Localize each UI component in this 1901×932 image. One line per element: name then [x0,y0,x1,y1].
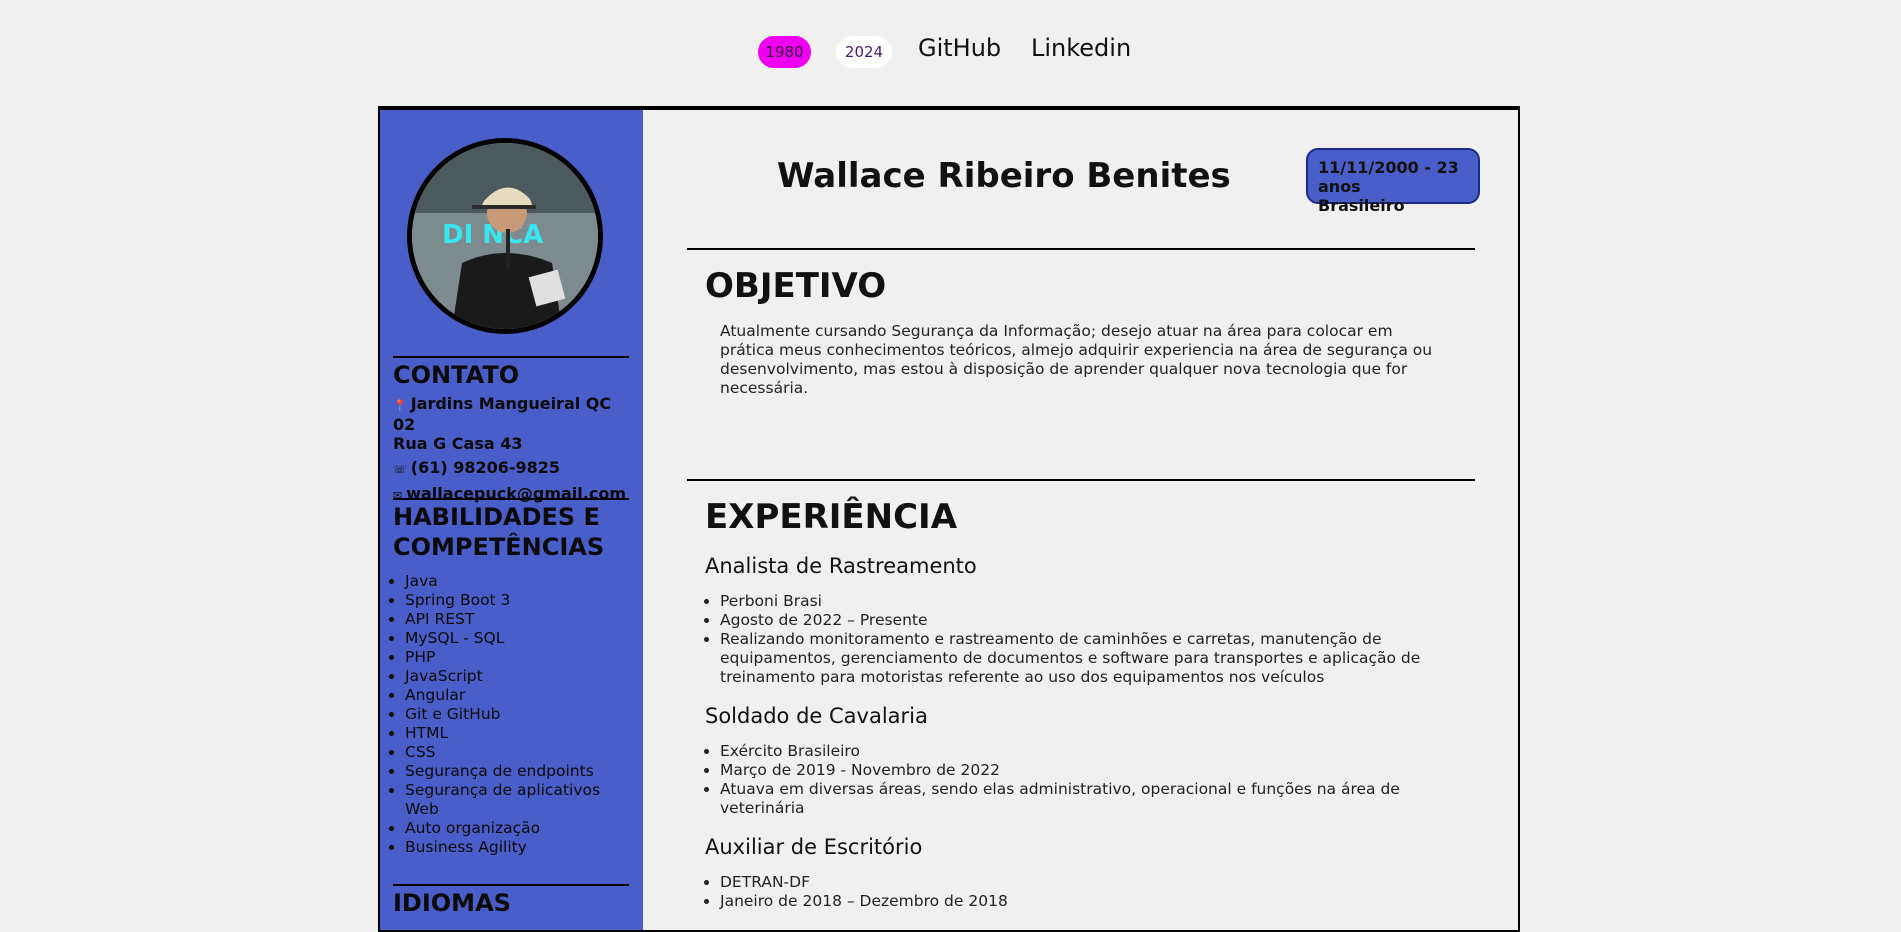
skill-item: CSS [405,743,629,762]
job-detail: Atuava em diversas áreas, sendo elas adm… [720,780,1460,818]
job-detail: DETRAN-DF [720,873,1460,892]
skills-list: Java Spring Boot 3 API REST MySQL - SQL … [393,572,629,857]
skill-item: PHP [405,648,629,667]
skills-heading-line-1: HABILIDADES E [393,503,600,531]
job-detail: Realizando monitoramento e rastreamento … [720,630,1460,687]
profile-photo: DI NCA [407,138,603,334]
objective-heading: OBJETIVO [705,266,887,306]
skill-item: API REST [405,610,629,629]
resume-sidebar: DI NCA CONTATO 📍 Jardins Mangueiral QC 02… [380,110,643,930]
skill-item: HTML [405,724,629,743]
languages-heading: IDIOMAS [393,889,511,917]
languages-section: IDIOMAS [393,884,629,922]
job-title: Auxiliar de Escritório [705,835,923,859]
skill-item: Auto organização [405,819,629,838]
location-pin-icon: 📍 [393,399,407,412]
contact-heading: CONTATO [393,361,520,389]
skill-item: Java [405,572,629,591]
job-details: DETRAN-DF Janeiro de 2018 – Dezembro de … [705,873,1460,911]
top-nav: 1980 2024 GitHub Linkedin [0,30,1901,74]
theme-2024-button[interactable]: 2024 [836,36,892,68]
full-name: Wallace Ribeiro Benites [777,156,1231,196]
job-title: Soldado de Cavalaria [705,704,928,728]
skills-section: HABILIDADES E COMPETÊNCIAS Java Spring B… [393,498,629,857]
objective-text: Atualmente cursando Segurança da Informa… [720,322,1433,397]
address-line-1: Jardins Mangueiral QC 02 [393,394,612,434]
profile-photo-image: DI NCA [412,143,598,329]
skills-heading: HABILIDADES E COMPETÊNCIAS [393,502,629,562]
whatsapp-icon: ☏ [393,463,407,476]
address-line-2: Rua G Casa 43 [393,434,523,453]
job-details: Perboni Brasi Agosto de 2022 – Presente … [705,592,1460,687]
job-detail: Março de 2019 - Novembro de 2022 [720,761,1460,780]
skills-heading-line-2: COMPETÊNCIAS [393,533,605,561]
job-detail: Perboni Brasi [720,592,1460,611]
job-title: Analista de Rastreamento [705,554,977,578]
skill-item: Business Agility [405,838,629,857]
job-details: Exército Brasileiro Março de 2019 - Nove… [705,742,1460,818]
skill-item: JavaScript [405,667,629,686]
divider [687,248,1475,250]
experience-heading: EXPERIÊNCIA [705,497,958,537]
skill-item: Spring Boot 3 [405,591,629,610]
resume-main: Wallace Ribeiro Benites 11/11/2000 - 23 … [643,110,1518,930]
resume-card: DI NCA CONTATO 📍 Jardins Mangueiral QC 02… [378,106,1520,932]
skill-item: Segurança de aplicativos Web [405,781,629,819]
nationality: Brasileiro [1318,196,1405,215]
divider [687,479,1475,481]
skill-item: Segurança de endpoints [405,762,629,781]
skill-item: Angular [405,686,629,705]
address: 📍 Jardins Mangueiral QC 02 Rua G Casa 43 [393,394,629,453]
contact-section: CONTATO 📍 Jardins Mangueiral QC 02 Rua G … [393,356,629,510]
job-detail: Exército Brasileiro [720,742,1460,761]
skill-item: Git e GitHub [405,705,629,724]
github-link[interactable]: GitHub [918,34,1001,62]
birth-nationality-badge: 11/11/2000 - 23 anos Brasileiro [1306,148,1480,215]
birthdate-age: 11/11/2000 - 23 anos [1318,158,1459,196]
theme-1980-button[interactable]: 1980 [758,36,811,68]
skill-item: MySQL - SQL [405,629,629,648]
job-detail: Janeiro de 2018 – Dezembro de 2018 [720,892,1460,911]
job-detail: Agosto de 2022 – Presente [720,611,1460,630]
linkedin-link[interactable]: Linkedin [1031,34,1131,62]
phone-number: (61) 98206-9825 [410,458,561,477]
phone: ☏ (61) 98206-9825 [393,458,629,479]
